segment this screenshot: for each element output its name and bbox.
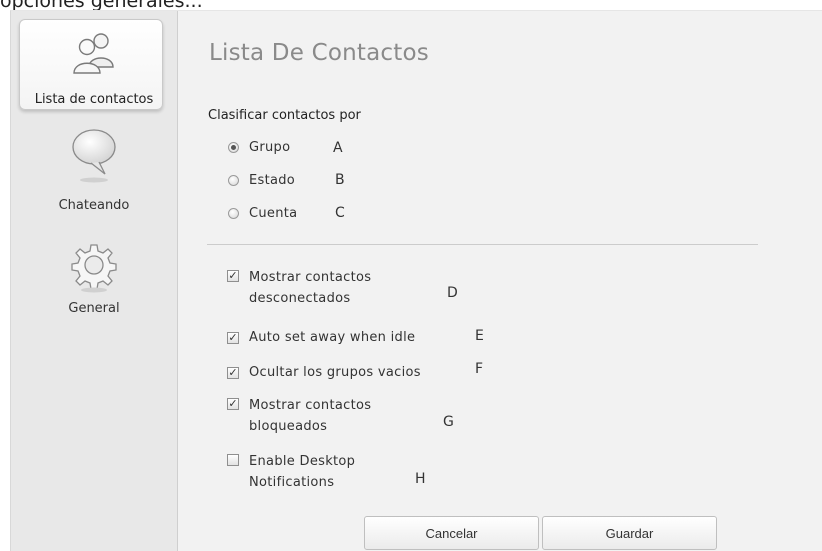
checkbox-unchecked[interactable] — [227, 454, 239, 466]
cancel-button[interactable]: Cancelar — [364, 516, 539, 550]
checkbox-checked[interactable]: ✓ — [227, 270, 239, 282]
marker-d: D — [447, 285, 458, 301]
contacts-icon — [73, 33, 114, 74]
option-label: Auto set away when idle — [249, 330, 416, 345]
page: opciones generales... Lista de contactos — [0, 0, 822, 551]
option-label: Grupo — [249, 140, 291, 155]
sidebar-item-label: General — [68, 301, 120, 316]
sort-option-account[interactable]: Cuenta — [228, 206, 297, 221]
main-content: Lista De Contactos Clasificar contactos … — [177, 11, 822, 551]
preferences-dialog: Lista de contactos Chateando General Lis… — [10, 10, 822, 551]
sidebar-item-chatting[interactable]: Chateando — [11, 121, 177, 216]
sidebar: Lista de contactos Chateando General — [11, 11, 178, 551]
checkbox-checked[interactable]: ✓ — [227, 398, 239, 410]
checkbox-show-offline[interactable]: ✓ Mostrar contactos desconectados — [227, 267, 427, 309]
sidebar-item-label: Lista de contactos — [34, 92, 154, 107]
marker-b: B — [335, 172, 345, 188]
option-label: Ocultar los grupos vacios — [249, 365, 421, 380]
marker-f: F — [475, 361, 484, 377]
divider — [207, 244, 758, 245]
page-title: Lista De Contactos — [209, 40, 429, 66]
checkbox-auto-away[interactable]: ✓ Auto set away when idle — [227, 330, 415, 345]
sidebar-item-label: Chateando — [58, 198, 130, 213]
checkbox-show-blocked[interactable]: ✓ Mostrar contactos bloqueados — [227, 395, 427, 437]
marker-g: G — [443, 414, 454, 430]
gear-icon — [71, 244, 117, 293]
option-label: Mostrar contactos bloqueados — [249, 398, 372, 434]
radio-button[interactable] — [228, 175, 239, 186]
checkbox-checked[interactable]: ✓ — [227, 366, 239, 379]
marker-c: C — [335, 205, 345, 221]
chat-bubble-icon — [72, 129, 116, 183]
checkbox-desktop-notifications[interactable]: Enable Desktop Notifications — [227, 451, 427, 493]
sidebar-item-contact-list[interactable]: Lista de contactos — [11, 19, 177, 111]
sort-section-label: Clasificar contactos por — [208, 108, 361, 123]
option-label: Estado — [249, 173, 296, 188]
option-label: Mostrar contactos desconectados — [249, 270, 372, 306]
marker-h: H — [415, 471, 426, 487]
sort-option-status[interactable]: Estado — [228, 173, 295, 188]
sort-option-group[interactable]: Grupo — [228, 140, 290, 155]
checkbox-hide-empty-groups[interactable]: ✓ Ocultar los grupos vacios — [227, 365, 421, 380]
option-label: Cuenta — [249, 206, 298, 221]
option-label: Enable Desktop Notifications — [249, 454, 356, 490]
radio-button[interactable] — [228, 208, 239, 219]
radio-button-checked[interactable] — [228, 142, 239, 153]
marker-e: E — [475, 328, 484, 344]
marker-a: A — [333, 140, 343, 156]
checkbox-checked[interactable]: ✓ — [227, 331, 239, 344]
sidebar-item-general[interactable]: General — [11, 241, 177, 326]
save-button[interactable]: Guardar — [542, 516, 717, 550]
